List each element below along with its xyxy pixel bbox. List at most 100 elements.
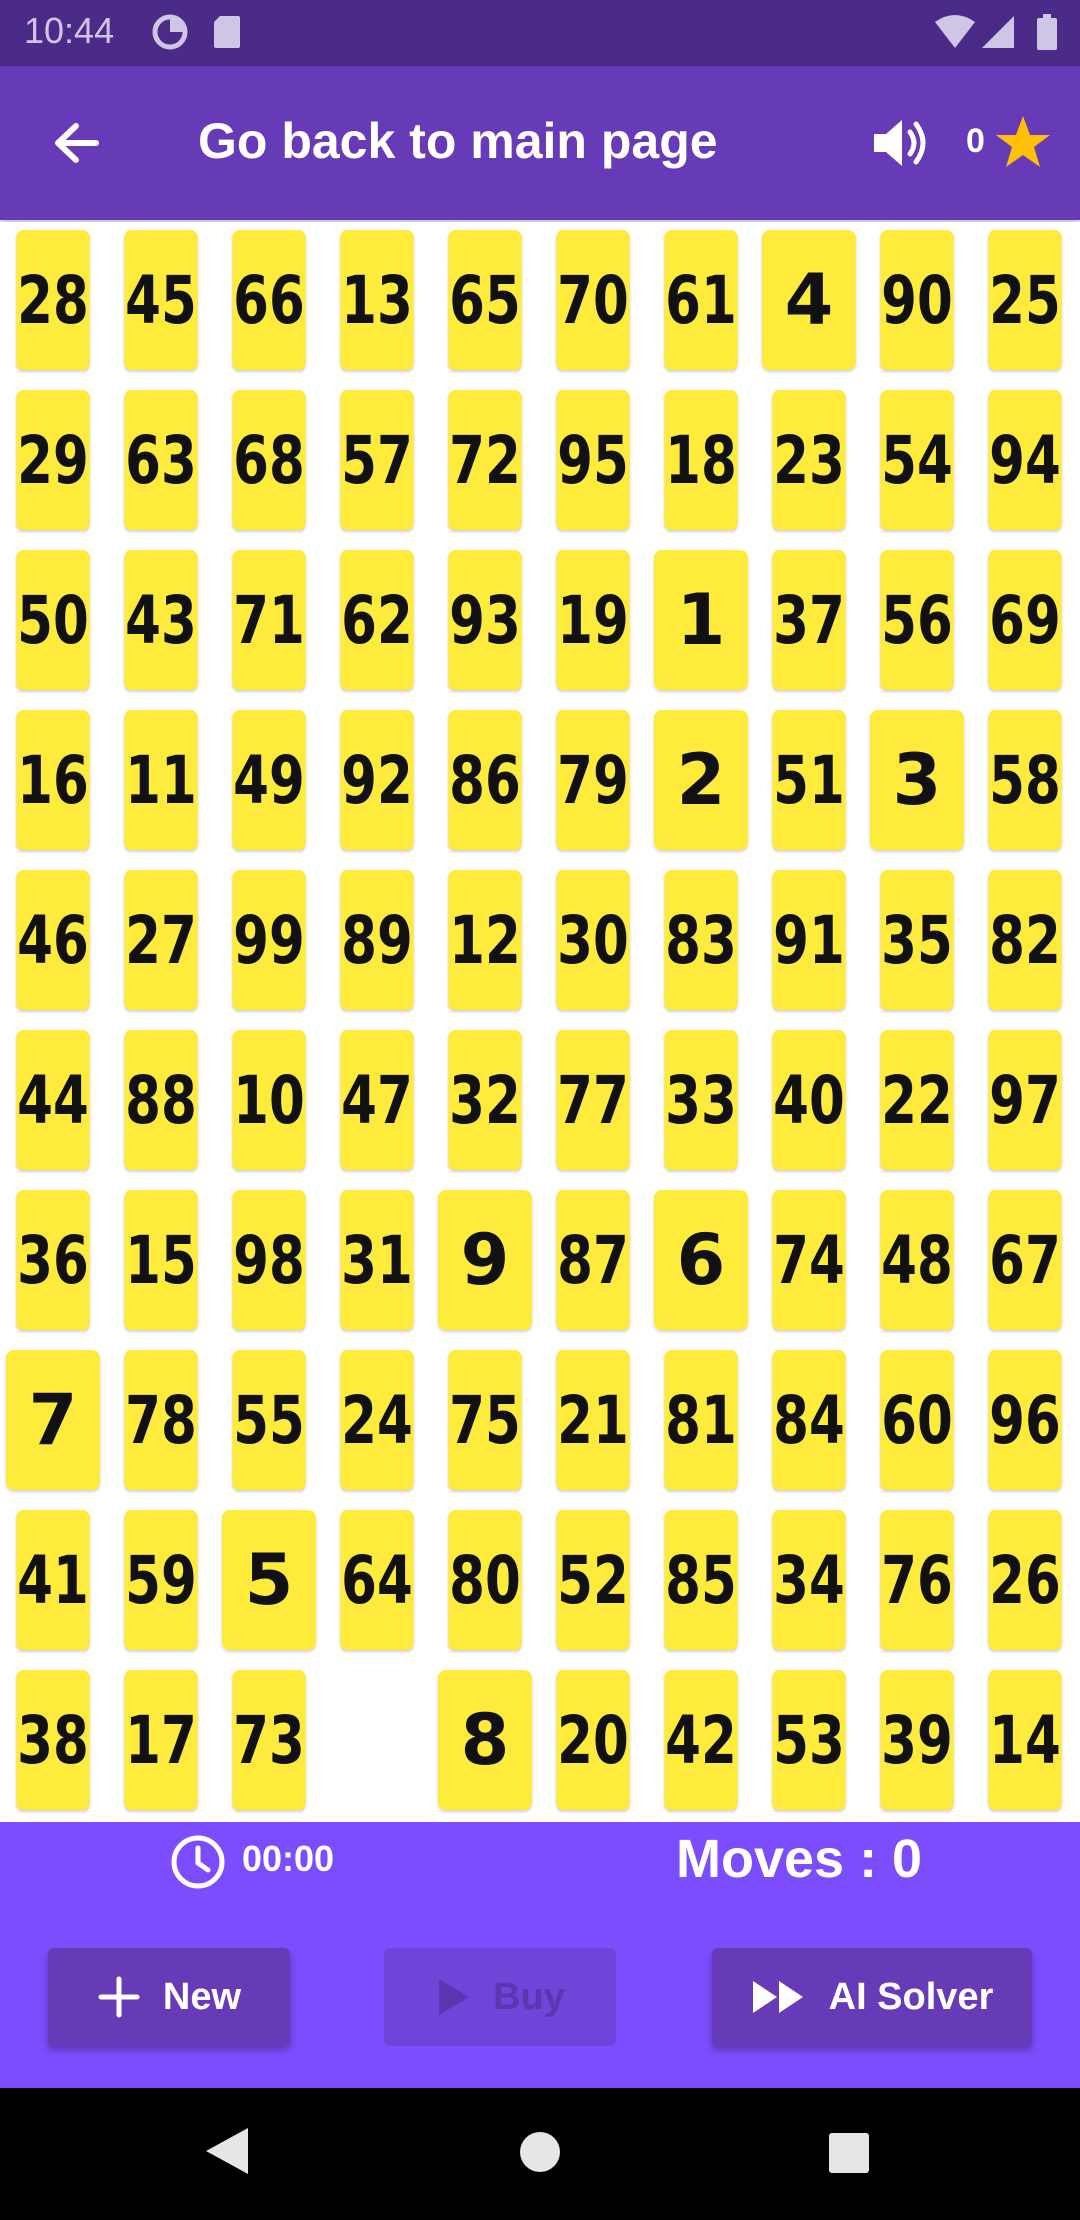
tile-5[interactable]: 5 xyxy=(222,1510,316,1650)
tile-94[interactable]: 94 xyxy=(988,390,1062,530)
tile-40[interactable]: 40 xyxy=(772,1030,846,1170)
tile-6[interactable]: 6 xyxy=(654,1190,748,1330)
tile-37[interactable]: 37 xyxy=(772,550,846,690)
tile-8[interactable]: 8 xyxy=(438,1670,532,1810)
tile-4[interactable]: 4 xyxy=(762,230,856,370)
tile-95[interactable]: 95 xyxy=(556,390,630,530)
tile-55[interactable]: 55 xyxy=(232,1350,306,1490)
tile-57[interactable]: 57 xyxy=(340,390,414,530)
tile-7[interactable]: 7 xyxy=(6,1350,100,1490)
tile-43[interactable]: 43 xyxy=(124,550,198,690)
tile-34[interactable]: 34 xyxy=(772,1510,846,1650)
tile-29[interactable]: 29 xyxy=(16,390,90,530)
tile-14[interactable]: 14 xyxy=(988,1670,1062,1810)
tile-99[interactable]: 99 xyxy=(232,870,306,1010)
tile-73[interactable]: 73 xyxy=(232,1670,306,1810)
new-game-button[interactable]: New xyxy=(48,1948,290,2046)
tile-93[interactable]: 93 xyxy=(448,550,522,690)
nav-back-icon[interactable] xyxy=(204,2126,250,2176)
tile-3[interactable]: 3 xyxy=(870,710,964,850)
tile-25[interactable]: 25 xyxy=(988,230,1062,370)
tile-47[interactable]: 47 xyxy=(340,1030,414,1170)
nav-home-icon[interactable] xyxy=(518,2130,562,2174)
tile-70[interactable]: 70 xyxy=(556,230,630,370)
tile-84[interactable]: 84 xyxy=(772,1350,846,1490)
tile-39[interactable]: 39 xyxy=(880,1670,954,1810)
tile-12[interactable]: 12 xyxy=(448,870,522,1010)
tile-32[interactable]: 32 xyxy=(448,1030,522,1170)
tile-89[interactable]: 89 xyxy=(340,870,414,1010)
tile-59[interactable]: 59 xyxy=(124,1510,198,1650)
tile-1[interactable]: 1 xyxy=(654,550,748,690)
tile-72[interactable]: 72 xyxy=(448,390,522,530)
tile-92[interactable]: 92 xyxy=(340,710,414,850)
back-arrow-icon[interactable] xyxy=(44,110,110,176)
tile-65[interactable]: 65 xyxy=(448,230,522,370)
tile-90[interactable]: 90 xyxy=(880,230,954,370)
tile-81[interactable]: 81 xyxy=(664,1350,738,1490)
tile-36[interactable]: 36 xyxy=(16,1190,90,1330)
tile-9[interactable]: 9 xyxy=(438,1190,532,1330)
tile-50[interactable]: 50 xyxy=(16,550,90,690)
volume-icon[interactable] xyxy=(868,110,934,176)
tile-49[interactable]: 49 xyxy=(232,710,306,850)
tile-79[interactable]: 79 xyxy=(556,710,630,850)
tile-60[interactable]: 60 xyxy=(880,1350,954,1490)
tile-64[interactable]: 64 xyxy=(340,1510,414,1650)
tile-38[interactable]: 38 xyxy=(16,1670,90,1810)
tile-75[interactable]: 75 xyxy=(448,1350,522,1490)
tile-61[interactable]: 61 xyxy=(664,230,738,370)
tile-62[interactable]: 62 xyxy=(340,550,414,690)
tile-23[interactable]: 23 xyxy=(772,390,846,530)
tile-2[interactable]: 2 xyxy=(654,710,748,850)
tile-35[interactable]: 35 xyxy=(880,870,954,1010)
tile-15[interactable]: 15 xyxy=(124,1190,198,1330)
tile-42[interactable]: 42 xyxy=(664,1670,738,1810)
tile-51[interactable]: 51 xyxy=(772,710,846,850)
tile-96[interactable]: 96 xyxy=(988,1350,1062,1490)
tile-46[interactable]: 46 xyxy=(16,870,90,1010)
tile-22[interactable]: 22 xyxy=(880,1030,954,1170)
tile-10[interactable]: 10 xyxy=(232,1030,306,1170)
tile-68[interactable]: 68 xyxy=(232,390,306,530)
tile-87[interactable]: 87 xyxy=(556,1190,630,1330)
tile-66[interactable]: 66 xyxy=(232,230,306,370)
tile-48[interactable]: 48 xyxy=(880,1190,954,1330)
tile-69[interactable]: 69 xyxy=(988,550,1062,690)
tile-53[interactable]: 53 xyxy=(772,1670,846,1810)
tile-11[interactable]: 11 xyxy=(124,710,198,850)
tile-83[interactable]: 83 xyxy=(664,870,738,1010)
tile-13[interactable]: 13 xyxy=(340,230,414,370)
tile-88[interactable]: 88 xyxy=(124,1030,198,1170)
tile-16[interactable]: 16 xyxy=(16,710,90,850)
tile-67[interactable]: 67 xyxy=(988,1190,1062,1330)
tile-77[interactable]: 77 xyxy=(556,1030,630,1170)
tile-19[interactable]: 19 xyxy=(556,550,630,690)
ai-solver-button[interactable]: AI Solver xyxy=(712,1948,1032,2046)
tile-18[interactable]: 18 xyxy=(664,390,738,530)
tile-58[interactable]: 58 xyxy=(988,710,1062,850)
tile-27[interactable]: 27 xyxy=(124,870,198,1010)
tile-97[interactable]: 97 xyxy=(988,1030,1062,1170)
buy-button[interactable]: Buy xyxy=(384,1948,616,2046)
tile-86[interactable]: 86 xyxy=(448,710,522,850)
tile-78[interactable]: 78 xyxy=(124,1350,198,1490)
tile-24[interactable]: 24 xyxy=(340,1350,414,1490)
tile-28[interactable]: 28 xyxy=(16,230,90,370)
tile-26[interactable]: 26 xyxy=(988,1510,1062,1650)
tile-74[interactable]: 74 xyxy=(772,1190,846,1330)
tile-20[interactable]: 20 xyxy=(556,1670,630,1810)
tile-63[interactable]: 63 xyxy=(124,390,198,530)
tile-44[interactable]: 44 xyxy=(16,1030,90,1170)
tile-91[interactable]: 91 xyxy=(772,870,846,1010)
tile-17[interactable]: 17 xyxy=(124,1670,198,1810)
tile-98[interactable]: 98 xyxy=(232,1190,306,1330)
tile-71[interactable]: 71 xyxy=(232,550,306,690)
tile-52[interactable]: 52 xyxy=(556,1510,630,1650)
tile-45[interactable]: 45 xyxy=(124,230,198,370)
tile-82[interactable]: 82 xyxy=(988,870,1062,1010)
tile-56[interactable]: 56 xyxy=(880,550,954,690)
page-title[interactable]: Go back to main page xyxy=(198,112,718,170)
tile-21[interactable]: 21 xyxy=(556,1350,630,1490)
tile-33[interactable]: 33 xyxy=(664,1030,738,1170)
